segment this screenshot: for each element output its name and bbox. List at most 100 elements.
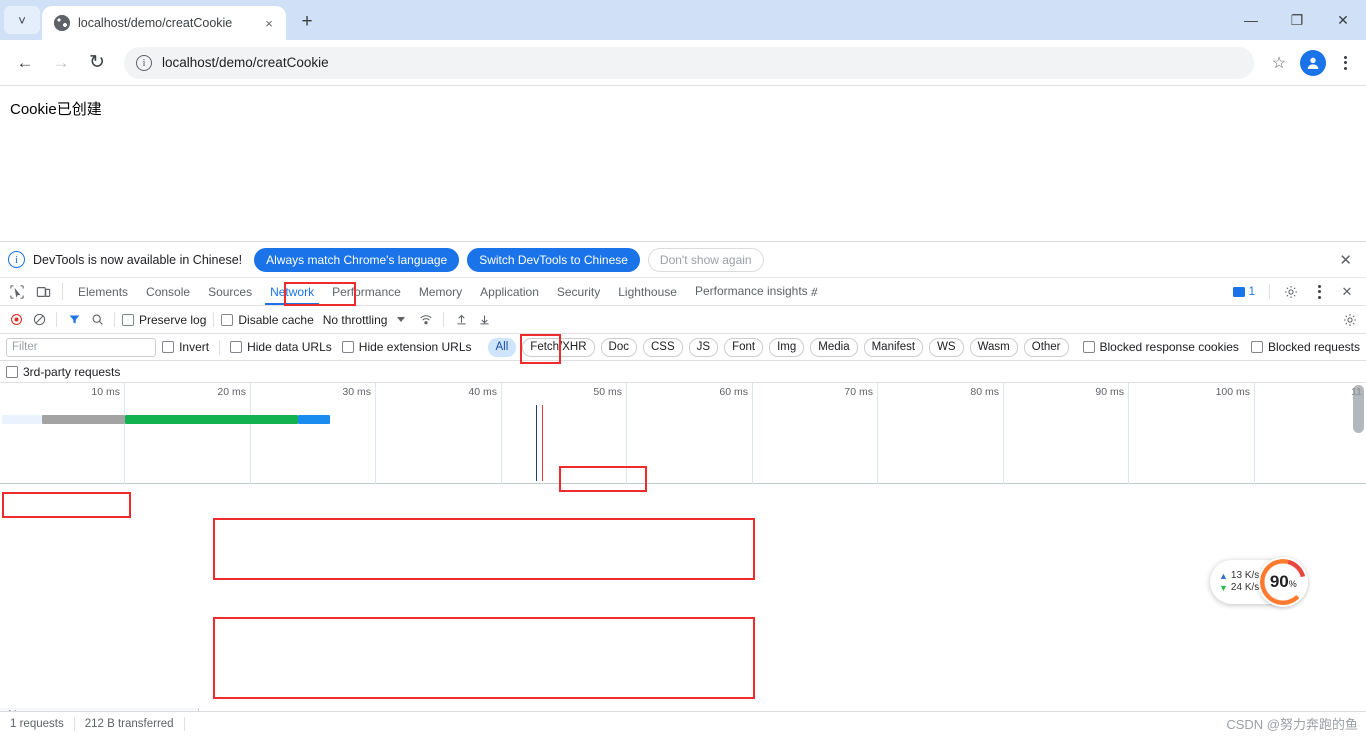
preserve-log-checkbox[interactable]: Preserve log [122, 313, 206, 327]
minimize-button[interactable]: — [1228, 0, 1274, 40]
disable-cache-checkbox[interactable]: Disable cache [221, 313, 314, 327]
tick-label: 70 ms [844, 386, 873, 398]
tab-memory[interactable]: Memory [410, 278, 471, 305]
close-devtools-icon[interactable]: ✕ [1334, 284, 1360, 300]
tab-elements[interactable]: Elements [69, 278, 137, 305]
device-toolbar-icon[interactable] [30, 278, 56, 305]
network-conditions-icon[interactable] [416, 310, 436, 330]
cpu-usage-gauge: 90% [1258, 557, 1309, 607]
tab-search-button[interactable]: ˅ [4, 6, 40, 34]
clear-icon[interactable] [29, 310, 49, 330]
type-filter-fetch-xhr[interactable]: Fetch/XHR [522, 337, 595, 357]
type-filter-js[interactable]: JS [688, 337, 719, 357]
checkbox-box [230, 341, 243, 353]
type-filter-wasm[interactable]: Wasm [969, 337, 1018, 357]
hide-data-urls-checkbox[interactable]: Hide data URLs [230, 340, 332, 354]
record-stop-icon[interactable] [6, 310, 26, 330]
tick-label: 90 ms [1095, 386, 1124, 398]
throttling-value: No throttling [322, 312, 388, 327]
watermark-text: CSDN @努力奔跑的鱼 [1226, 717, 1358, 732]
network-speed-widget[interactable]: ▲ 13 K/s ▼ 24 K/s 90% [1210, 557, 1309, 607]
type-filter-doc[interactable]: Doc [600, 337, 637, 357]
network-toolbar-right [1340, 310, 1360, 330]
message-count-badge[interactable]: 1 [1227, 286, 1261, 298]
type-filter-other[interactable]: Other [1023, 337, 1069, 357]
chrome-menu-icon[interactable] [1332, 48, 1358, 78]
gear-icon[interactable] [1278, 285, 1304, 299]
browser-tab[interactable]: localhost/demo/creatCookie × [42, 6, 286, 40]
download-rate: ▼ 24 K/s [1219, 582, 1259, 594]
blocked-response-cookies-label: Blocked response cookies [1099, 340, 1239, 354]
tick-label: 20 ms [217, 386, 246, 398]
invert-checkbox[interactable]: Invert [162, 340, 209, 354]
preserve-log-label: Preserve log [139, 312, 207, 327]
reload-button[interactable]: ↻ [80, 46, 114, 80]
divider [62, 283, 63, 300]
tick-label: 60 ms [719, 386, 748, 398]
type-filter-media[interactable]: Media [810, 337, 858, 357]
close-window-button[interactable]: ✕ [1320, 0, 1366, 40]
divider [219, 339, 221, 355]
gauge-percent: 90 [1269, 572, 1289, 591]
hide-data-urls-label: Hide data URLs [247, 340, 332, 354]
inspect-element-icon[interactable] [4, 278, 30, 305]
devtools-more-icon[interactable] [1306, 282, 1332, 302]
tab-network[interactable]: Network [261, 278, 323, 305]
type-filter-ws[interactable]: WS [929, 337, 964, 357]
tab-performance[interactable]: Performance [323, 278, 410, 305]
load-event-marker [542, 405, 543, 481]
bookmark-star-icon[interactable]: ☆ [1264, 48, 1294, 78]
type-filter-img[interactable]: Img [769, 337, 805, 357]
blocked-response-cookies-checkbox[interactable]: Blocked response cookies [1082, 340, 1239, 354]
divider [1269, 284, 1270, 299]
overview-scrollbar-thumb[interactable] [1353, 385, 1364, 433]
info-icon: i [8, 251, 25, 268]
third-party-requests-checkbox[interactable]: 3rd-party requests [6, 365, 120, 379]
third-party-requests-label: 3rd-party requests [23, 364, 121, 379]
back-button[interactable]: ← [8, 46, 42, 80]
profile-avatar[interactable] [1300, 49, 1326, 76]
always-match-language-button[interactable]: Always match Chrome's language [254, 247, 460, 272]
divider [114, 312, 115, 327]
tab-performance-insights[interactable]: Performance insights ⧣ [686, 278, 827, 305]
network-filter-row: Filter Invert Hide data URLs Hide extens… [0, 334, 1366, 361]
funnel-icon[interactable] [64, 310, 84, 330]
maximize-button[interactable]: ❐ [1274, 0, 1320, 40]
tick-label: 80 ms [970, 386, 999, 398]
timeline-bar-idle [2, 415, 42, 424]
type-filter-css[interactable]: CSS [643, 337, 683, 357]
divider [443, 312, 445, 327]
new-tab-button[interactable]: + [292, 7, 322, 37]
tab-console[interactable]: Console [137, 278, 199, 305]
dont-show-again-button[interactable]: Don't show again [647, 247, 764, 272]
forward-button[interactable]: → [44, 46, 78, 80]
type-filter-font[interactable]: Font [724, 337, 764, 357]
blocked-requests-checkbox[interactable]: Blocked requests [1250, 340, 1360, 354]
hide-extension-urls-label: Hide extension URLs [358, 340, 472, 354]
switch-to-chinese-button[interactable]: Switch DevTools to Chinese [467, 247, 640, 272]
timeline-ruler: 10 ms 20 ms 30 ms 40 ms 50 ms 60 ms 70 m… [0, 383, 1366, 484]
close-icon[interactable]: × [260, 14, 278, 32]
type-filter-manifest[interactable]: Manifest [863, 337, 924, 357]
tab-sources[interactable]: Sources [199, 278, 261, 305]
upload-rate: ▲ 13 K/s [1219, 570, 1259, 582]
search-icon[interactable] [87, 310, 107, 330]
gear-icon[interactable] [1340, 310, 1360, 330]
site-info-icon[interactable]: i [136, 54, 152, 71]
hide-extension-urls-checkbox[interactable]: Hide extension URLs [341, 340, 472, 354]
import-har-icon[interactable] [451, 310, 471, 330]
network-overview-timeline[interactable]: 10 ms 20 ms 30 ms 40 ms 50 ms 60 ms 70 m… [0, 383, 1366, 484]
export-har-icon[interactable] [474, 310, 494, 330]
close-icon[interactable]: ✕ [1333, 251, 1358, 269]
arrow-up-icon: ▲ [1219, 571, 1228, 581]
tab-security[interactable]: Security [548, 278, 609, 305]
address-bar[interactable]: i localhost/demo/creatCookie [124, 46, 1254, 79]
divider [183, 717, 185, 731]
tab-lighthouse[interactable]: Lighthouse [609, 278, 686, 305]
tab-application[interactable]: Application [471, 278, 548, 305]
throttling-select[interactable]: No throttling [323, 313, 406, 327]
tick-label: 30 ms [342, 386, 371, 398]
type-filter-all[interactable]: All [487, 337, 517, 357]
filter-input[interactable]: Filter [6, 337, 157, 357]
checkbox-box [1250, 341, 1263, 353]
